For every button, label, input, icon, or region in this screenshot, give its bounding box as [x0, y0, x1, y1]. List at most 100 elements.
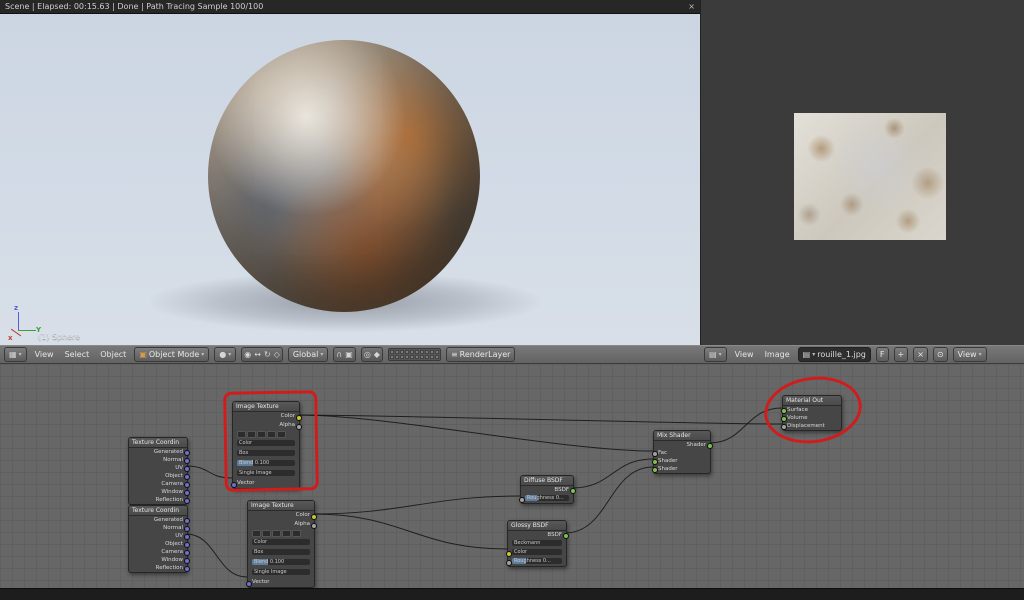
layer-toggle[interactable]: [425, 350, 429, 354]
node-title[interactable]: Image Texture: [233, 402, 299, 412]
layer-toggle[interactable]: [395, 350, 399, 354]
row-file[interactable]: [233, 430, 299, 439]
node-tc1[interactable]: Texture CoordinGeneratedNormalUVObjectCa…: [128, 437, 188, 505]
editor-type-selector[interactable]: ▤ ▾: [704, 347, 727, 362]
layer-toggle[interactable]: [410, 355, 414, 359]
layer-toggle[interactable]: [400, 355, 404, 359]
layer-toggle[interactable]: [415, 350, 419, 354]
node-editor[interactable]: Texture CoordinGeneratedNormalUVObjectCa…: [0, 364, 1024, 588]
output-socket-bsdf[interactable]: [570, 488, 576, 494]
magnet-icon[interactable]: ∩: [336, 350, 342, 359]
row-single-image[interactable]: Single Image: [233, 470, 299, 479]
node-out[interactable]: Material OutSurfaceVolumeDisplacement: [782, 395, 842, 431]
output-socket-alpha[interactable]: [296, 424, 302, 430]
output-socket-reflection[interactable]: [184, 566, 190, 572]
layer-toggle[interactable]: [405, 355, 409, 359]
row-single-image[interactable]: Single Image: [248, 569, 314, 578]
mode-selector[interactable]: ▣ Object Mode ▾: [134, 347, 209, 362]
node-title[interactable]: Texture Coordin: [129, 506, 187, 516]
opengl-anim-icon[interactable]: ◆: [374, 350, 380, 359]
layer-toggle[interactable]: [410, 350, 414, 354]
layer-toggle[interactable]: [435, 350, 439, 354]
layer-toggle[interactable]: [420, 355, 424, 359]
node-it2[interactable]: Image TextureColorAlphaColorBoxBlend 0.1…: [247, 500, 315, 588]
fake-user-button[interactable]: F: [876, 347, 889, 362]
snap-cluster[interactable]: ∩ ▣: [333, 347, 355, 362]
row-roughness-0-[interactable]: Roughness 0...: [508, 558, 566, 566]
layers-grid[interactable]: [388, 348, 441, 361]
pin-button[interactable]: ⊙: [933, 347, 948, 362]
menu-image[interactable]: Image: [762, 350, 793, 359]
layer-toggle[interactable]: [430, 355, 434, 359]
menu-view[interactable]: View: [32, 350, 57, 359]
layer-toggle[interactable]: [400, 350, 404, 354]
input-socket-displacement[interactable]: [781, 424, 787, 430]
node-mx[interactable]: Mix ShaderShaderFacShaderShader: [653, 430, 711, 474]
node-title[interactable]: Image Texture: [248, 501, 314, 511]
opengl-render-icon[interactable]: ◎: [364, 350, 371, 359]
node-editor-header-bar: [0, 588, 1024, 600]
row-file[interactable]: [248, 529, 314, 538]
editor-type-selector[interactable]: ▦ ▾: [4, 347, 27, 362]
translate-icon[interactable]: ↔: [254, 350, 261, 359]
image-datablock[interactable]: ▤ ▾ rouille_1.jpg: [798, 347, 871, 362]
row-color[interactable]: Color: [248, 539, 314, 548]
layer-toggle[interactable]: [435, 355, 439, 359]
layer-toggle[interactable]: [430, 350, 434, 354]
new-image-button[interactable]: +: [894, 347, 909, 362]
row-blend-0-100[interactable]: Blend 0.100: [248, 559, 314, 568]
row-normal: Normal: [129, 456, 187, 464]
input-socket-shader[interactable]: [652, 467, 658, 473]
menu-select[interactable]: Select: [62, 350, 93, 359]
layer-toggle[interactable]: [425, 355, 429, 359]
input-socket-vector[interactable]: [246, 581, 252, 587]
output-socket-reflection[interactable]: [184, 498, 190, 504]
input-socket-roughness 0...[interactable]: [519, 497, 525, 503]
row-box[interactable]: Box: [233, 450, 299, 459]
render-cluster[interactable]: ◎ ◆: [361, 347, 383, 362]
view-mode-selector[interactable]: View ▾: [953, 347, 987, 362]
output-socket-alpha[interactable]: [311, 523, 317, 529]
layer-toggle[interactable]: [415, 355, 419, 359]
rotate-icon[interactable]: ↻: [264, 350, 271, 359]
layer-toggle[interactable]: [420, 350, 424, 354]
node-df[interactable]: Diffuse BSDFBSDFRoughness 0...: [520, 475, 574, 504]
input-socket-color[interactable]: [506, 551, 512, 557]
viewport-shading-selector[interactable]: ● ▾: [214, 347, 236, 362]
row-roughness-0-[interactable]: Roughness 0...: [521, 495, 573, 503]
input-socket-roughness 0...[interactable]: [506, 560, 512, 566]
renderlayer-selector[interactable]: ≡ RenderLayer: [446, 347, 516, 362]
layer-toggle[interactable]: [390, 355, 394, 359]
node-gl[interactable]: Glossy BSDFBSDFBeckmannColorRoughness 0.…: [507, 520, 567, 567]
row-color[interactable]: Color: [233, 440, 299, 449]
unlink-image-button[interactable]: ×: [913, 347, 928, 362]
layer-toggle[interactable]: [395, 355, 399, 359]
node-title[interactable]: Texture Coordin: [129, 438, 187, 448]
manipulator-cluster[interactable]: ◉ ↔ ↻ ◇: [241, 347, 283, 362]
orientation-selector[interactable]: Global ▾: [288, 347, 329, 362]
input-socket-vector[interactable]: [231, 482, 237, 488]
output-socket-color[interactable]: [296, 415, 302, 421]
node-it1[interactable]: Image TextureColorAlphaColorBoxBlend 0.1…: [232, 401, 300, 489]
menu-view[interactable]: View: [732, 350, 757, 359]
node-title[interactable]: Diffuse BSDF: [521, 476, 573, 486]
row-shader: Shader: [654, 465, 710, 473]
menu-object[interactable]: Object: [97, 350, 129, 359]
row-beckmann[interactable]: Beckmann: [508, 540, 566, 548]
row-box[interactable]: Box: [248, 549, 314, 558]
layer-toggle[interactable]: [390, 350, 394, 354]
row-blend-0-100[interactable]: Blend 0.100: [233, 460, 299, 469]
node-tc2[interactable]: Texture CoordinGeneratedNormalUVObjectCa…: [128, 505, 188, 573]
node-title[interactable]: Mix Shader: [654, 431, 710, 441]
renderlayer-icon: ≡: [451, 349, 458, 361]
row-color[interactable]: Color: [508, 549, 566, 557]
pivot-icon[interactable]: ◉: [244, 350, 251, 359]
node-title[interactable]: Material Out: [783, 396, 841, 406]
output-socket-bsdf[interactable]: [563, 533, 569, 539]
scale-icon[interactable]: ◇: [274, 350, 280, 359]
close-icon[interactable]: ×: [688, 0, 695, 13]
snap-element-icon[interactable]: ▣: [345, 350, 353, 359]
output-socket-color[interactable]: [311, 514, 317, 520]
layer-toggle[interactable]: [405, 350, 409, 354]
node-title[interactable]: Glossy BSDF: [508, 521, 566, 531]
